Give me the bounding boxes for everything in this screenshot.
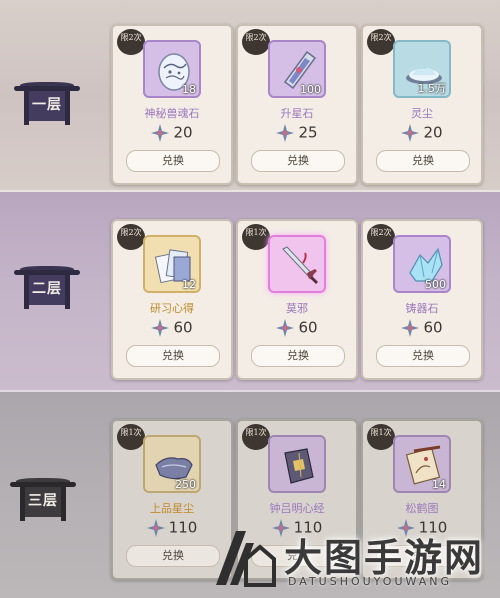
item-slot[interactable]: 18: [143, 40, 201, 98]
exchange-button[interactable]: 兑换: [376, 150, 470, 172]
star-flower-icon: [276, 318, 295, 337]
item-name: 灵尘: [411, 107, 433, 120]
tier-3-badge: 三层: [10, 472, 76, 532]
item-price: 20: [113, 123, 231, 143]
exchange-button[interactable]: 兑换: [126, 345, 220, 367]
shop-card-t1-3[interactable]: 限2次 1.5万 灵尘 20 兑换: [361, 24, 483, 185]
star-flower-icon: [401, 123, 420, 142]
exchange-button[interactable]: 兑换: [376, 345, 470, 367]
item-quantity: 500: [425, 278, 446, 291]
item-quantity: 250: [175, 478, 196, 491]
limit-badge: 限2次: [117, 224, 145, 250]
item-price: 60: [113, 318, 231, 338]
star-flower-icon: [146, 518, 165, 537]
item-name: 铸器石: [405, 302, 439, 315]
shop-card-t1-2[interactable]: 限2次 100 升星石 25 兑换: [236, 24, 358, 185]
tier-2-badge: 二层: [14, 260, 80, 320]
watermark-title: 大图手游网: [284, 535, 485, 580]
exchange-button[interactable]: 兑换: [126, 150, 220, 172]
item-quantity: 1.5万: [417, 82, 447, 95]
shop-card-t2-3[interactable]: 限2次 500 铸器石 60 兑换: [361, 219, 483, 380]
watermark-logo-icon: [216, 531, 276, 587]
watermark-subtitle: DATUSHOUYOUWANG: [288, 575, 453, 588]
item-price: 20: [363, 123, 481, 143]
item-slot[interactable]: 14: [393, 435, 451, 493]
item-quantity: 18: [182, 83, 196, 96]
item-quantity: 14: [432, 478, 446, 491]
star-flower-icon: [151, 123, 170, 142]
star-flower-icon: [151, 318, 170, 337]
tier-2-label: 二层: [32, 281, 62, 297]
item-quantity: 100: [300, 83, 321, 96]
sword-icon: [282, 246, 319, 285]
item-slot[interactable]: 12: [143, 235, 201, 293]
tier-1-label: 一层: [32, 97, 62, 113]
item-name: 研习心得: [150, 302, 194, 315]
item-name: 升星石: [280, 107, 314, 120]
shop-card-t2-1[interactable]: 限2次 12 研习心得 60 兑换: [111, 219, 233, 380]
limit-badge: 限1次: [242, 224, 270, 250]
limit-badge: 限2次: [367, 29, 395, 55]
item-name: 钟吕明心经: [269, 502, 325, 515]
item-name: 上品星尘: [150, 502, 194, 515]
exchange-button[interactable]: 兑换: [251, 345, 345, 367]
shop-card-t2-2[interactable]: 限1次 莫邪 60 兑换: [236, 219, 358, 380]
item-price: 25: [238, 123, 356, 143]
exchange-button[interactable]: 兑换: [251, 150, 345, 172]
item-name: 莫邪: [286, 302, 308, 315]
item-slot[interactable]: 100: [268, 40, 326, 98]
watermark: 大图手游网 DATUSHOUYOUWANG: [210, 525, 500, 598]
limit-badge: 限1次: [367, 424, 395, 450]
limit-badge: 限1次: [117, 424, 145, 450]
item-slot[interactable]: 250: [143, 435, 201, 493]
star-flower-icon: [401, 318, 420, 337]
item-price: 60: [363, 318, 481, 338]
item-name: 神秘兽魂石: [144, 107, 200, 120]
limit-badge: 限2次: [242, 29, 270, 55]
tier-3-label: 三层: [28, 493, 58, 509]
item-price: 60: [238, 318, 356, 338]
tier-2-section: 二层 限2次 12 研习心得 60 兑换 限1次 莫邪 60 兑换 限2次 50…: [0, 192, 500, 392]
shop-card-t1-1[interactable]: 限2次 18 神秘兽魂石 20 兑换: [111, 24, 233, 185]
limit-badge: 限1次: [242, 424, 270, 450]
item-slot[interactable]: [268, 435, 326, 493]
item-name: 松鹤图: [405, 502, 439, 515]
limit-badge: 限2次: [117, 29, 145, 55]
scripture-icon: [284, 448, 314, 484]
tier-1-section: 一层 限2次 18 神秘兽魂石 20 兑换 限2次 100 升星石 25 兑换 …: [0, 0, 500, 192]
item-slot[interactable]: 1.5万: [393, 40, 451, 98]
tier-1-badge: 一层: [14, 76, 80, 136]
item-slot[interactable]: [268, 235, 326, 293]
item-slot[interactable]: 500: [393, 235, 451, 293]
limit-badge: 限2次: [367, 224, 395, 250]
item-quantity: 12: [182, 278, 196, 291]
exchange-button[interactable]: 兑换: [126, 545, 220, 567]
star-flower-icon: [276, 123, 295, 142]
